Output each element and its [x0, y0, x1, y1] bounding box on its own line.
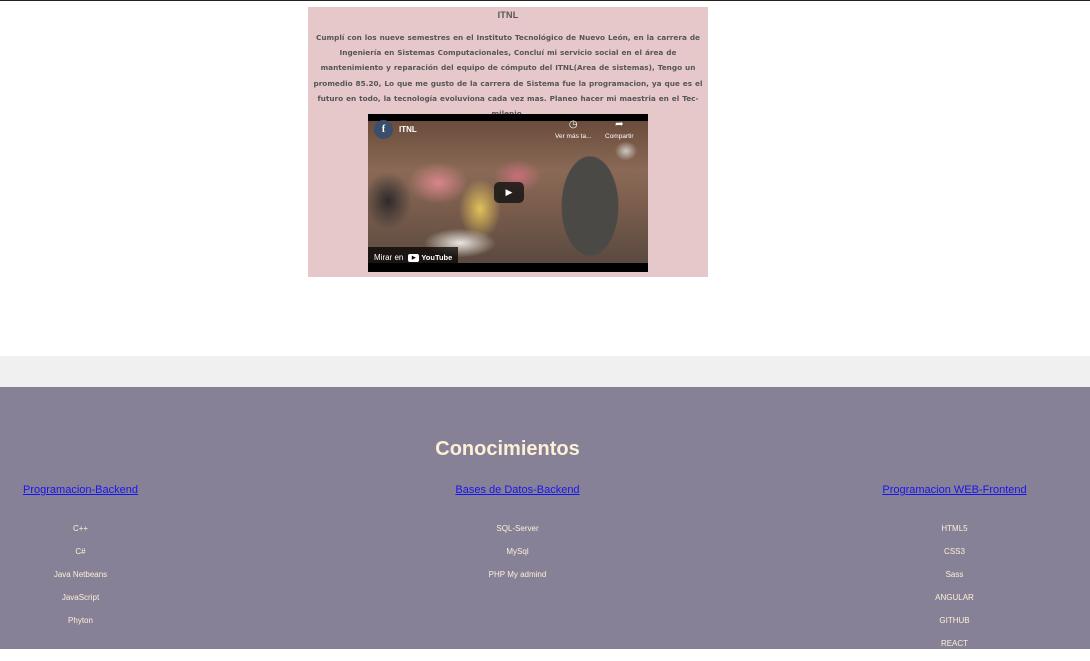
databases-backend-link[interactable]: Bases de Datos-Backend	[455, 484, 579, 496]
share-button[interactable]: ➦ Compartir	[605, 119, 634, 141]
section-divider	[0, 356, 1090, 387]
list-item: Sass	[945, 570, 964, 579]
list-item: HTML5	[941, 524, 968, 533]
itnl-card: ITNL Cumplí con los nueve semestres en e…	[308, 7, 708, 277]
knowledge-section: Conocimientos Programacion-Backend C++ C…	[0, 387, 1090, 649]
watch-later-button[interactable]: ◷ Ver más ta...	[555, 119, 592, 141]
itnl-title: ITNL	[497, 10, 519, 20]
list-item: C++	[72, 524, 89, 533]
youtube-play-icon: ▶	[408, 253, 420, 262]
list-item: REACT	[940, 639, 969, 648]
backend-column: Programacion-Backend C++ C# Java Netbean…	[0, 480, 161, 638]
backend-programming-link[interactable]: Programacion-Backend	[23, 484, 138, 496]
youtube-video-embed[interactable]: f ITNL ◷ Ver más ta... ➦ Compartir ▶ Mir…	[368, 114, 648, 272]
frontend-column: Programacion WEB-Frontend HTML5 CSS3 Sas…	[840, 480, 1069, 661]
list-item: JavaScript	[61, 593, 100, 602]
list-item: GITHUB	[939, 616, 970, 625]
share-label: Compartir	[605, 133, 634, 140]
knowledge-title: Conocimientos	[435, 437, 580, 460]
youtube-logo: ▶ YouTube	[408, 253, 452, 262]
databases-column: Bases de Datos-Backend SQL-Server MySql …	[423, 480, 612, 592]
list-item: C#	[75, 547, 86, 556]
play-button[interactable]: ▶	[494, 182, 524, 203]
top-border	[0, 0, 1090, 1]
list-item: CSS3	[944, 547, 965, 556]
channel-avatar-letter: f	[381, 124, 386, 135]
clock-icon: ◷	[568, 119, 578, 130]
video-title[interactable]: ITNL	[399, 125, 417, 134]
list-item: Java Netbeans	[53, 570, 108, 579]
watch-on-label: Mirar en	[374, 253, 404, 262]
youtube-wordmark: YouTube	[421, 253, 453, 262]
watch-later-label: Ver más ta...	[555, 133, 592, 140]
channel-avatar[interactable]: f	[374, 120, 393, 139]
backend-programming-list: C++ C# Java Netbeans JavaScript Phyton	[0, 523, 161, 638]
list-item: Phyton	[68, 616, 93, 625]
list-item: ANGULAR	[935, 593, 974, 602]
list-item: PHP My admind	[488, 570, 547, 579]
databases-list: SQL-Server MySql PHP My admind	[423, 523, 612, 592]
itnl-description: Cumplí con los nueve semestres en el Ins…	[313, 33, 703, 118]
play-icon: ▶	[505, 187, 513, 197]
list-item: SQL-Server	[496, 524, 539, 533]
web-frontend-list: HTML5 CSS3 Sass ANGULAR GITHUB REACT	[840, 523, 1069, 661]
list-item: MySql	[506, 547, 529, 556]
share-arrow-icon: ➦	[615, 119, 624, 130]
web-frontend-link[interactable]: Programacion WEB-Frontend	[882, 484, 1026, 496]
watch-on-youtube-button[interactable]: Mirar en ▶ YouTube	[368, 247, 459, 268]
